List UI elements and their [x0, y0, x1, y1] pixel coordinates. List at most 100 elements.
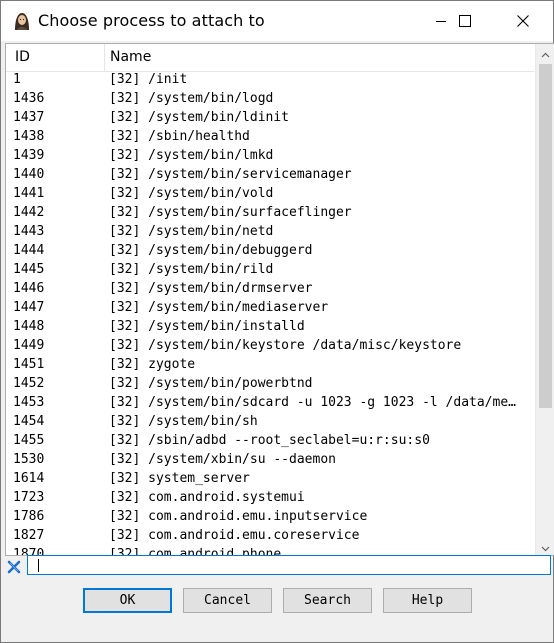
table-row[interactable]: 1451 [32] zygote: [6, 356, 534, 375]
process-name-cell: [32] /system/bin/logd: [109, 91, 274, 106]
process-name-cell: [32] /init: [109, 72, 188, 87]
scroll-up-button[interactable]: [536, 44, 554, 61]
process-name-cell: [32] system_server: [109, 471, 250, 486]
process-name-cell: [32] zygote: [109, 357, 196, 372]
process-name-cell: [32] /system/bin/servicemanager: [109, 167, 352, 182]
table-row[interactable]: 1441 [32] /system/bin/vold: [6, 185, 534, 204]
process-name-cell: [32] com.android.systemui: [109, 490, 305, 505]
process-id-cell: 1455: [13, 433, 45, 448]
cancel-button[interactable]: Cancel: [183, 588, 272, 613]
process-id-cell: 1438: [13, 129, 45, 144]
search-button[interactable]: Search: [283, 588, 372, 613]
process-id-cell: 1437: [13, 110, 45, 125]
column-divider[interactable]: [104, 44, 105, 71]
table-row[interactable]: 1453 [32] /system/bin/sdcard -u 1023 -g 1…: [6, 394, 534, 413]
table-row[interactable]: 1437 [32] /system/bin/ldinit: [6, 109, 534, 128]
process-name-cell: [32] /system/bin/debuggerd: [109, 243, 313, 258]
list-header: ID Name: [6, 44, 534, 72]
table-row[interactable]: 1449 [32] /system/bin/keystore /data/misc…: [6, 337, 534, 356]
process-id-cell: 1449: [13, 338, 45, 353]
process-name-cell: [32] /system/bin/sdcard -u 1023 -g 1023 …: [109, 395, 519, 410]
table-row[interactable]: 1444 [32] /system/bin/debuggerd: [6, 242, 534, 261]
table-row[interactable]: 1614 [32] system_server: [6, 470, 534, 489]
table-row[interactable]: 1447 [32] /system/bin/mediaserver: [6, 299, 534, 318]
process-id-cell: 1: [13, 72, 21, 87]
process-id-cell: 1447: [13, 300, 45, 315]
process-id-cell: 1827: [13, 528, 45, 543]
process-id-cell: 1786: [13, 509, 45, 524]
table-row[interactable]: 1438 [32] /sbin/healthd: [6, 128, 534, 147]
maximize-button[interactable]: [442, 1, 488, 41]
chevron-down-icon: [541, 537, 550, 555]
process-name-cell: [32] com.android.emu.coreservice: [109, 528, 360, 543]
close-icon: [517, 15, 529, 27]
process-id-cell: 1454: [13, 414, 45, 429]
ok-button[interactable]: OK: [83, 588, 172, 613]
process-name-cell: [32] /system/bin/lmkd: [109, 148, 274, 163]
process-id-cell: 1451: [13, 357, 45, 372]
close-button[interactable]: [500, 1, 546, 41]
scroll-down-button[interactable]: [536, 538, 554, 555]
chevron-up-icon: [541, 44, 550, 62]
help-button[interactable]: Help: [383, 588, 472, 613]
scrollbar-thumb[interactable]: [539, 64, 552, 408]
table-row[interactable]: 1442 [32] /system/bin/surfaceflinger: [6, 204, 534, 223]
process-id-cell: 1439: [13, 148, 45, 163]
process-id-cell: 1723: [13, 490, 45, 505]
title-bar[interactable]: Choose process to attach to: [1, 1, 553, 41]
process-id-cell: 1614: [13, 471, 45, 486]
process-name-cell: [32] com.android.emu.inputservice: [109, 509, 368, 524]
process-name-cell: [32] /system/bin/keystore /data/misc/key…: [109, 338, 462, 353]
process-id-cell: 1441: [13, 186, 45, 201]
table-row[interactable]: 1445 [32] /system/bin/rild: [6, 261, 534, 280]
process-name-cell: [32] /system/bin/surfaceflinger: [109, 205, 352, 220]
process-id-cell: 1443: [13, 224, 45, 239]
table-row[interactable]: 1723 [32] com.android.systemui: [6, 489, 534, 508]
portrait-icon: [11, 10, 33, 32]
dialog-window: Choose process to attach to ID Name 1 [32…: [0, 0, 554, 643]
table-row[interactable]: 1448 [32] /system/bin/installd: [6, 318, 534, 337]
table-row[interactable]: 1439 [32] /system/bin/lmkd: [6, 147, 534, 166]
process-name-cell: [32] /system/bin/rild: [109, 262, 274, 277]
table-row[interactable]: 1440 [32] /system/bin/servicemanager: [6, 166, 534, 185]
filter-input[interactable]: [27, 555, 551, 575]
process-name-cell: [32] /system/xbin/su --daemon: [109, 452, 336, 467]
maximize-icon: [459, 15, 471, 27]
process-list[interactable]: ID Name 1 [32] /init 1436 [32] /system/bin/…: [5, 43, 554, 556]
table-row[interactable]: 1 [32] /init: [6, 71, 534, 90]
text-caret: [38, 559, 39, 572]
process-id-cell: 1440: [13, 167, 45, 182]
process-name-cell: [32] /system/bin/powerbtnd: [109, 376, 313, 391]
process-id-cell: 1446: [13, 281, 45, 296]
process-id-cell: 1530: [13, 452, 45, 467]
table-row[interactable]: 1436 [32] /system/bin/logd: [6, 90, 534, 109]
process-name-cell: [32] /system/bin/netd: [109, 224, 274, 239]
clear-filter-icon[interactable]: [7, 559, 21, 574]
process-name-cell: [32] /system/bin/installd: [109, 319, 305, 334]
process-name-cell: [32] /system/bin/mediaserver: [109, 300, 329, 315]
process-id-cell: 1442: [13, 205, 45, 220]
table-row[interactable]: 1443 [32] /system/bin/netd: [6, 223, 534, 242]
window-title: Choose process to attach to: [38, 11, 265, 30]
process-id-cell: 1445: [13, 262, 45, 277]
table-row[interactable]: 1786 [32] com.android.emu.inputservice: [6, 508, 534, 527]
filter-bar: [1, 555, 553, 577]
table-row[interactable]: 1827 [32] com.android.emu.coreservice: [6, 527, 534, 546]
process-name-cell: [32] /system/bin/vold: [109, 186, 274, 201]
process-name-cell: [32] /system/bin/drmserver: [109, 281, 313, 296]
process-id-cell: 1444: [13, 243, 45, 258]
vertical-scrollbar[interactable]: [535, 44, 554, 555]
table-row[interactable]: 1452 [32] /system/bin/powerbtnd: [6, 375, 534, 394]
process-id-cell: 1453: [13, 395, 45, 410]
process-name-cell: [32] /system/bin/sh: [109, 414, 258, 429]
process-name-cell: [32] /system/bin/ldinit: [109, 110, 290, 125]
column-header-id[interactable]: ID: [15, 44, 30, 71]
process-id-cell: 1448: [13, 319, 45, 334]
process-id-cell: 1452: [13, 376, 45, 391]
column-header-name[interactable]: Name: [110, 44, 151, 71]
table-row[interactable]: 1455 [32] /sbin/adbd --root_seclabel=u:r:…: [6, 432, 534, 451]
table-row[interactable]: 1530 [32] /system/xbin/su --daemon: [6, 451, 534, 470]
table-row[interactable]: 1454 [32] /system/bin/sh: [6, 413, 534, 432]
list-rows: 1 [32] /init 1436 [32] /system/bin/logd 1437…: [6, 71, 534, 555]
table-row[interactable]: 1446 [32] /system/bin/drmserver: [6, 280, 534, 299]
